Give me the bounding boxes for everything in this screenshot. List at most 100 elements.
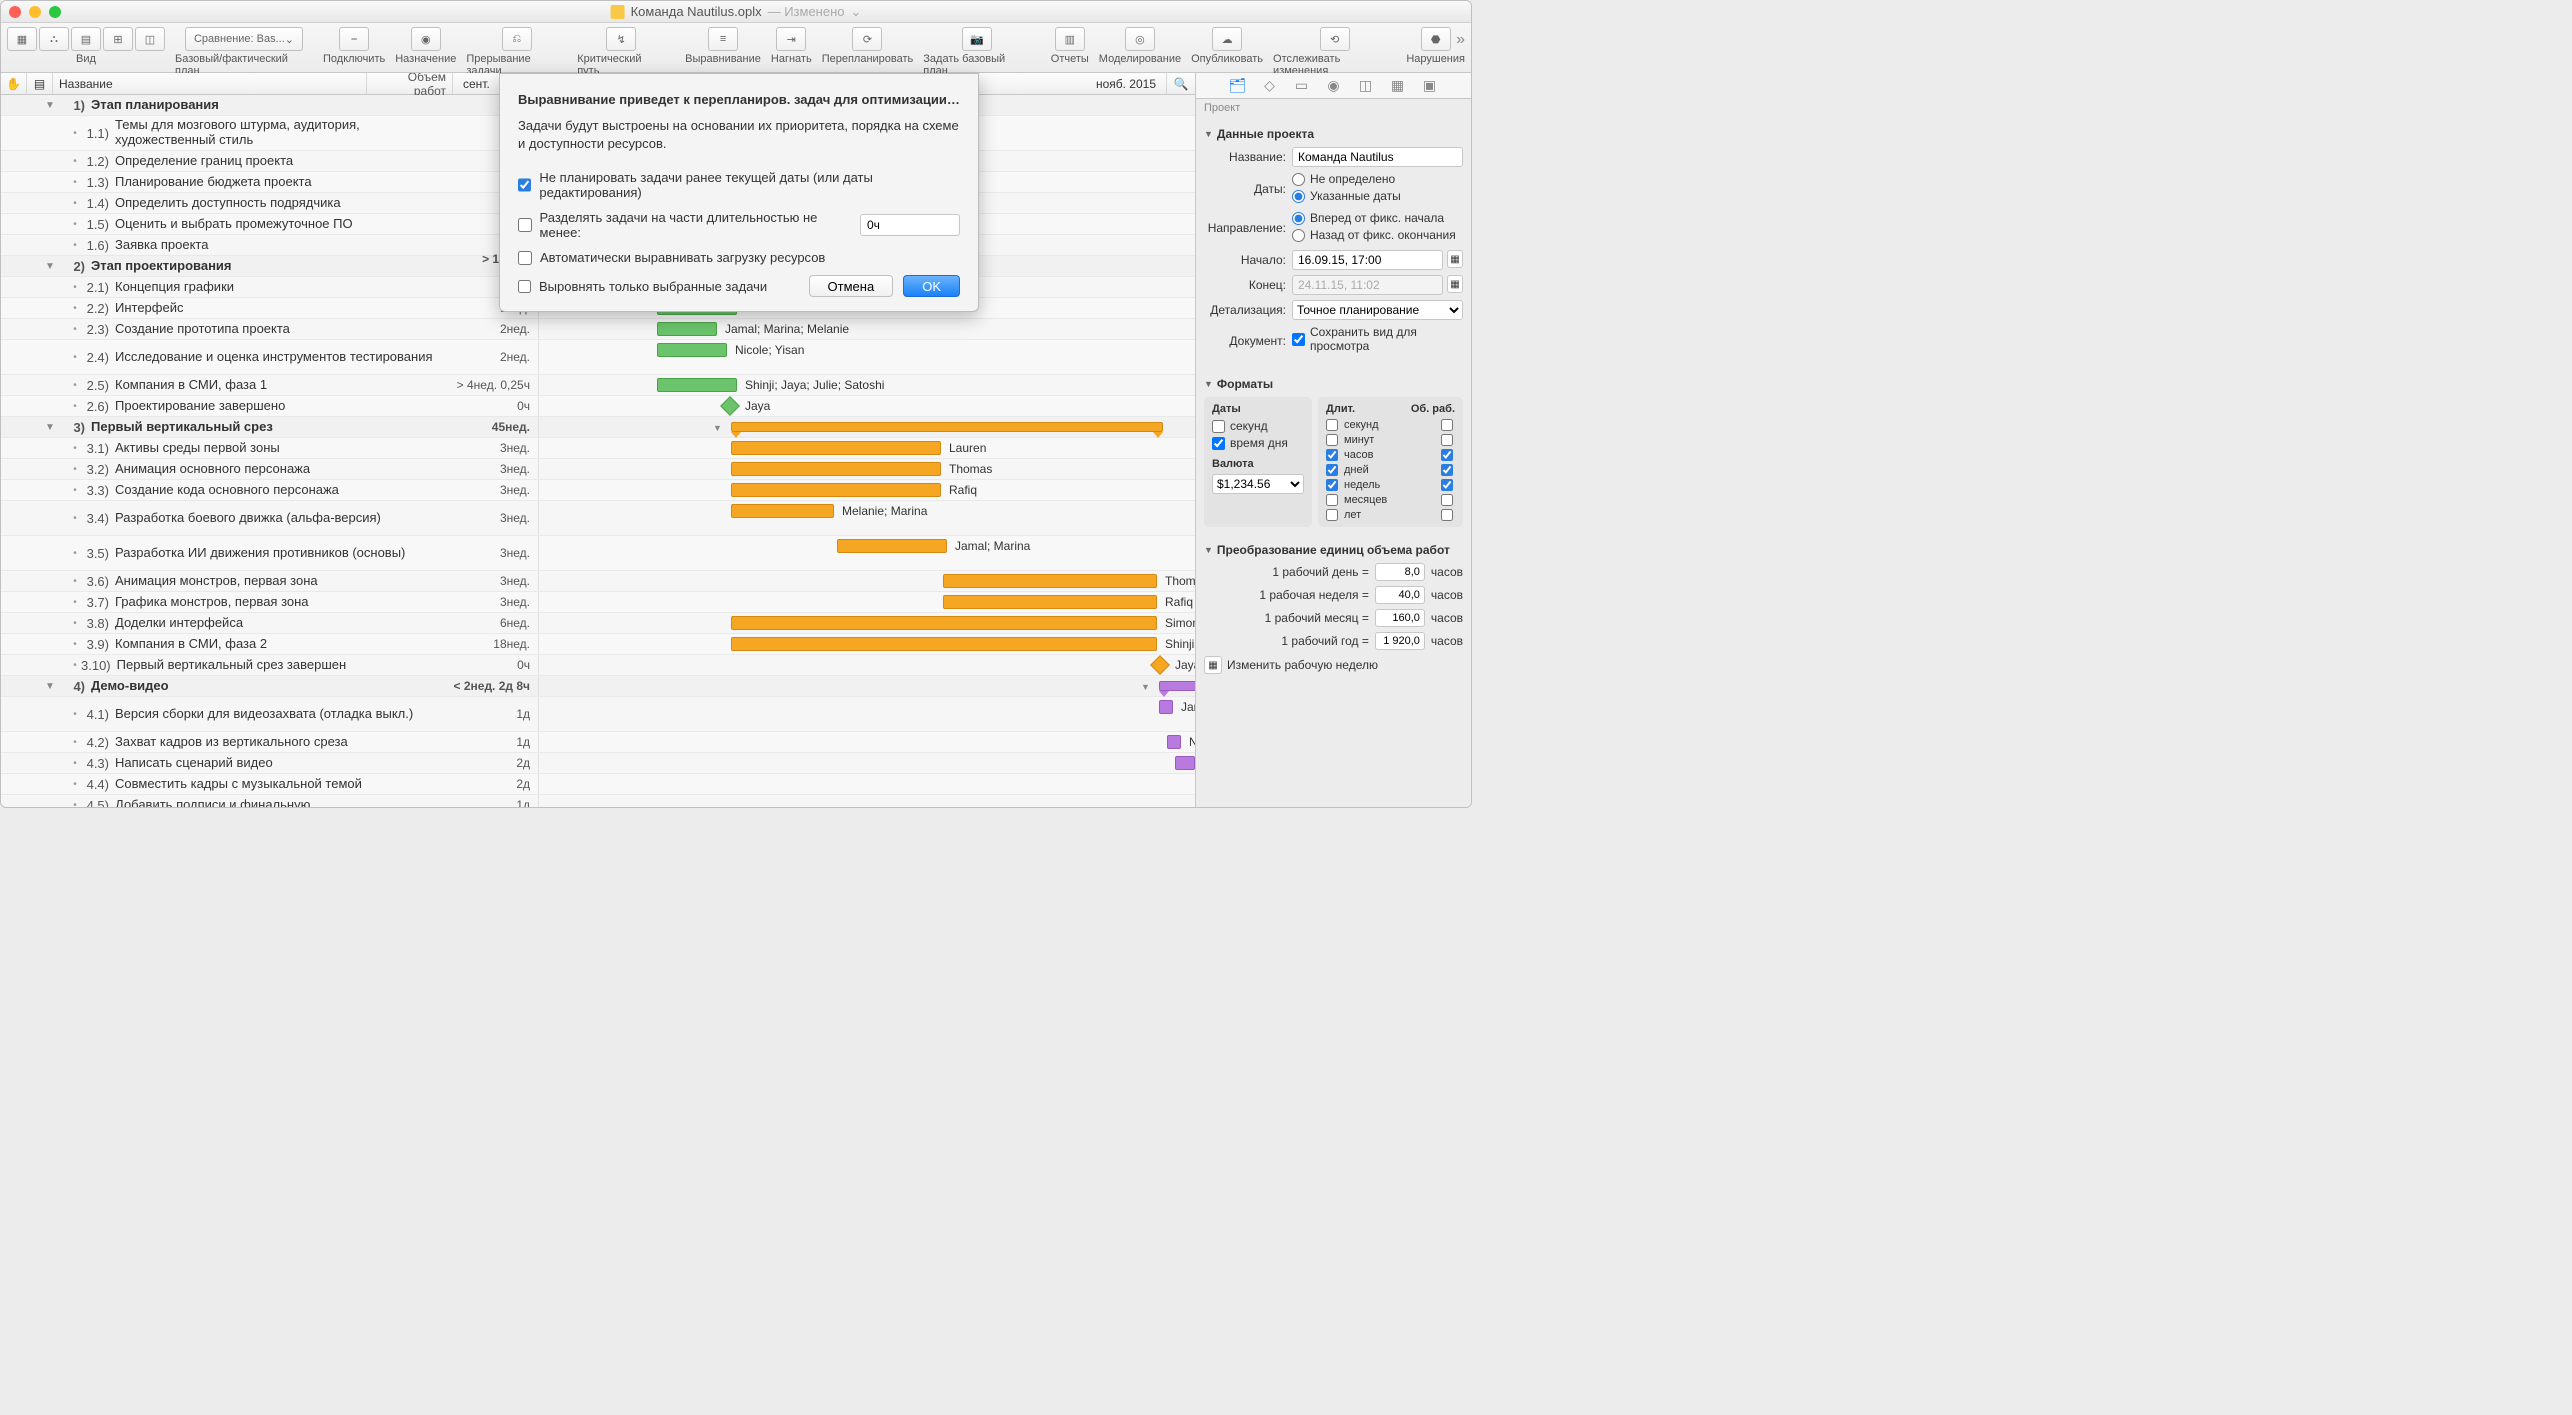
task-work[interactable]: 3нед. bbox=[453, 438, 539, 458]
toolbar-overflow-button[interactable]: » bbox=[1456, 31, 1465, 49]
milestone-diamond[interactable] bbox=[1150, 655, 1170, 675]
task-row[interactable]: •4.3)Написать сценарий видео2дDave bbox=[1, 753, 1195, 774]
gantt-cell[interactable]: Melanie; Marina bbox=[539, 501, 1195, 535]
radio-dates-undef[interactable] bbox=[1292, 173, 1305, 186]
task-bar[interactable] bbox=[1175, 756, 1195, 770]
gantt-cell[interactable]: Nicole; bbox=[539, 732, 1195, 752]
dialog-opt-no-earlier[interactable] bbox=[518, 178, 531, 192]
task-name[interactable]: Разработка ИИ движения противников (осно… bbox=[115, 546, 453, 561]
task-bar[interactable] bbox=[731, 504, 834, 518]
chk-tod[interactable] bbox=[1212, 437, 1225, 450]
violations-button[interactable]: ⬣ bbox=[1421, 27, 1451, 51]
workweek-icon[interactable]: ▦ bbox=[1204, 656, 1222, 674]
conv-week-input[interactable] bbox=[1375, 586, 1425, 604]
task-name[interactable]: Доделки интерфейса bbox=[115, 616, 453, 631]
gantt-cell[interactable]: Nicole; Yisan bbox=[539, 340, 1195, 374]
close-window-button[interactable] bbox=[9, 6, 21, 18]
chk-seconds[interactable] bbox=[1212, 420, 1225, 433]
gantt-cell[interactable]: Dave bbox=[539, 753, 1195, 773]
gantt-cell[interactable]: Jamal; Marina; Melanie bbox=[539, 319, 1195, 339]
conv-month-input[interactable] bbox=[1375, 609, 1425, 627]
gantt-cell[interactable]: Jaya bbox=[539, 396, 1195, 416]
gantt-cell[interactable]: Jamal; Marina bbox=[539, 536, 1195, 570]
dialog-cancel-button[interactable]: Отмена bbox=[809, 275, 894, 297]
radio-dates-spec[interactable] bbox=[1292, 190, 1305, 203]
task-name[interactable]: Создание кода основного персонажа bbox=[115, 483, 453, 498]
interrupt-button[interactable]: ⎌ bbox=[502, 27, 532, 51]
project-name-input[interactable] bbox=[1292, 147, 1463, 167]
task-name[interactable]: Графика монстров, первая зона bbox=[115, 595, 453, 610]
task-row[interactable]: •3.5)Разработка ИИ движения противников … bbox=[1, 536, 1195, 571]
task-name[interactable]: Захват кадров из вертикального среза bbox=[115, 735, 453, 750]
task-work[interactable]: 3нед. bbox=[453, 459, 539, 479]
end-calendar-icon[interactable]: ▦ bbox=[1447, 275, 1463, 293]
task-work[interactable]: 2нед. bbox=[453, 319, 539, 339]
task-bar[interactable] bbox=[837, 539, 947, 553]
task-row[interactable]: •2.4)Исследование и оценка инструментов … bbox=[1, 340, 1195, 375]
work-wk[interactable] bbox=[1441, 479, 1453, 491]
gantt-cell[interactable]: Rafiq bbox=[539, 480, 1195, 500]
task-bar[interactable] bbox=[731, 616, 1157, 630]
task-work[interactable]: 0ч bbox=[453, 655, 539, 675]
work-sec[interactable] bbox=[1441, 419, 1453, 431]
gantt-cell[interactable]: Simon bbox=[539, 613, 1195, 633]
dur-wk[interactable] bbox=[1326, 479, 1338, 491]
task-row[interactable]: •4.4)Совместить кадры с музыкальной темо… bbox=[1, 774, 1195, 795]
task-bar[interactable] bbox=[731, 483, 941, 497]
dialog-split-duration-input[interactable] bbox=[860, 214, 960, 236]
dur-min[interactable] bbox=[1326, 434, 1338, 446]
gantt-disclosure[interactable]: ▼ bbox=[1141, 682, 1150, 692]
task-name[interactable]: Концепция графики bbox=[115, 280, 453, 295]
task-row[interactable]: •3.7)Графика монстров, первая зона3нед.R… bbox=[1, 592, 1195, 613]
dur-yr[interactable] bbox=[1326, 509, 1338, 521]
gantt-cell[interactable] bbox=[539, 795, 1195, 807]
task-work[interactable]: 6нед. bbox=[453, 613, 539, 633]
task-work[interactable]: 2д bbox=[453, 774, 539, 794]
task-row[interactable]: •3.1)Активы среды первой зоны3нед.Lauren bbox=[1, 438, 1195, 459]
reschedule-button[interactable]: ⟳ bbox=[852, 27, 882, 51]
zoom-icon[interactable]: 🔍 bbox=[1167, 73, 1195, 94]
dur-sec[interactable] bbox=[1326, 419, 1338, 431]
task-bar[interactable] bbox=[657, 378, 737, 392]
task-row[interactable]: •2.5)Компания в СМИ, фаза 1> 4нед. 0,25ч… bbox=[1, 375, 1195, 396]
dialog-opt-split[interactable] bbox=[518, 218, 532, 232]
task-name[interactable]: Темы для мозгового штурма, аудитория, ху… bbox=[115, 118, 453, 148]
simulation-button[interactable]: ◎ bbox=[1125, 27, 1155, 51]
task-bar[interactable] bbox=[943, 574, 1157, 588]
publish-button[interactable]: ☁ bbox=[1212, 27, 1242, 51]
note-column-icon[interactable]: ▤ bbox=[27, 73, 53, 94]
dur-hr[interactable] bbox=[1326, 449, 1338, 461]
milestone-diamond[interactable] bbox=[720, 396, 740, 416]
zoom-window-button[interactable] bbox=[49, 6, 61, 18]
task-bar[interactable] bbox=[731, 637, 1157, 651]
gantt-cell[interactable]: ▼ bbox=[539, 676, 1195, 696]
task-work[interactable]: 45нед. bbox=[453, 417, 539, 437]
dialog-opt-auto[interactable] bbox=[518, 251, 532, 265]
task-row[interactable]: ▼4)Демо-видео< 2нед. 2д 8ч▼ bbox=[1, 676, 1195, 697]
gantt-cell[interactable] bbox=[539, 774, 1195, 794]
work-mo[interactable] bbox=[1441, 494, 1453, 506]
summary-bar[interactable] bbox=[731, 422, 1163, 432]
gantt-cell[interactable]: Lauren bbox=[539, 438, 1195, 458]
task-row[interactable]: •3.10)Первый вертикальный срез завершен0… bbox=[1, 655, 1195, 676]
task-work[interactable]: 1д bbox=[453, 697, 539, 731]
dur-mo[interactable] bbox=[1326, 494, 1338, 506]
task-bar[interactable] bbox=[1159, 700, 1173, 714]
task-name[interactable]: Добавить подписи и финальную bbox=[115, 798, 453, 807]
inspector-tab-project[interactable]: 🗂 bbox=[1229, 77, 1247, 95]
change-workweek-link[interactable]: Изменить рабочую неделю bbox=[1227, 658, 1378, 672]
gantt-disclosure[interactable]: ▼ bbox=[713, 423, 722, 433]
work-yr[interactable] bbox=[1441, 509, 1453, 521]
dialog-opt-selected-only[interactable] bbox=[518, 280, 531, 293]
task-name[interactable]: Проектирование завершено bbox=[115, 399, 453, 414]
task-name[interactable]: Интерфейс bbox=[115, 301, 453, 316]
inspector-tab-milestone[interactable]: ◇ bbox=[1261, 77, 1279, 95]
task-name[interactable]: Активы среды первой зоны bbox=[115, 441, 453, 456]
task-work[interactable]: 18нед. bbox=[453, 634, 539, 654]
view-gantt-button[interactable]: ▦ bbox=[7, 27, 37, 51]
task-work[interactable]: 2д bbox=[453, 753, 539, 773]
view-resources-button[interactable]: ⛬ bbox=[39, 27, 69, 51]
task-row[interactable]: •3.6)Анимация монстров, первая зона3нед.… bbox=[1, 571, 1195, 592]
radio-dir-backward[interactable] bbox=[1292, 229, 1305, 242]
task-name[interactable]: Исследование и оценка инструментов тести… bbox=[115, 350, 453, 365]
